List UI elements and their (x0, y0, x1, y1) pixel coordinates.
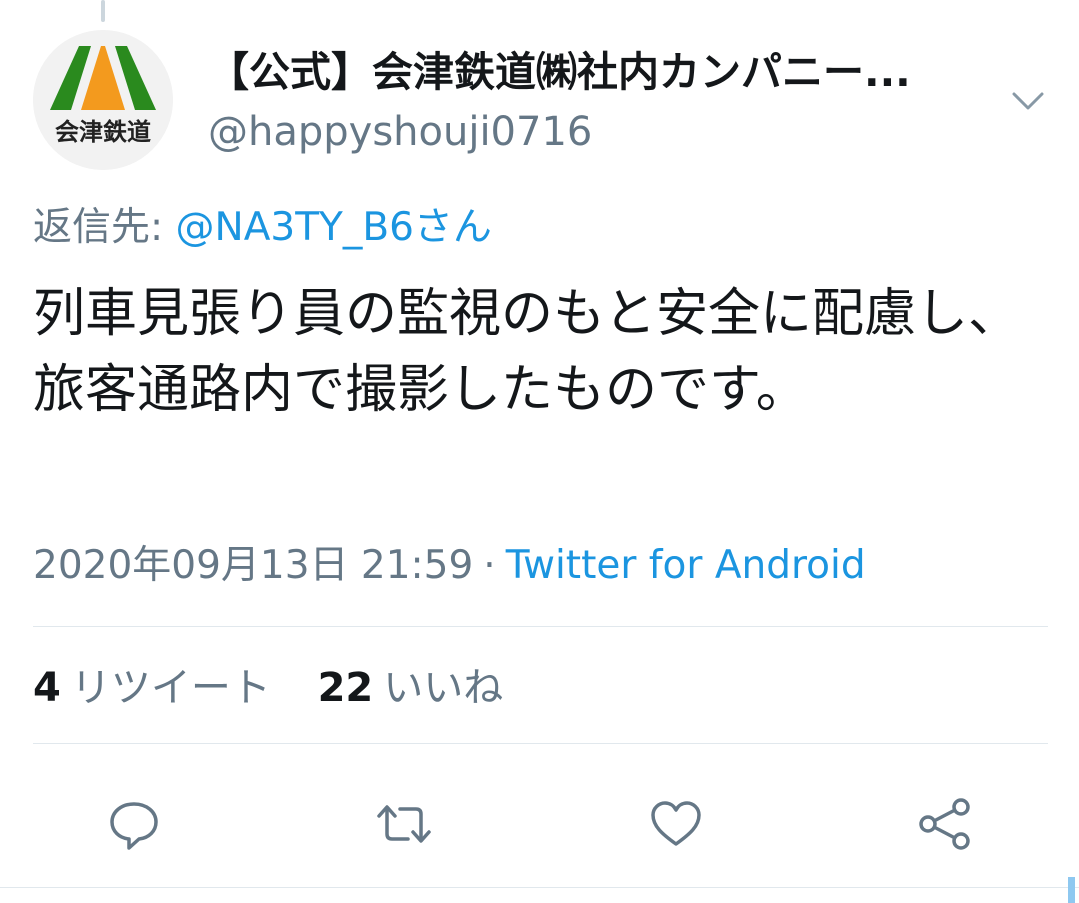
avatar-logo-text: 会津鉄道 (55, 118, 151, 146)
tweet-text: 列車見張り員の監視のもと安全に配慮し、旅客通路内で撮影したものです。 (33, 284, 1020, 420)
aizu-railway-logo: 会津鉄道 (33, 30, 173, 170)
tweet-source-link[interactable]: Twitter for Android (506, 543, 866, 588)
share-button[interactable] (917, 796, 973, 852)
author-handle[interactable]: @happyshouji0716 (208, 106, 592, 158)
tweet-stats: 4 リツイート 22 いいね (33, 660, 537, 716)
scroll-indicator (1068, 877, 1075, 903)
tweet-meta: 2020年09月13日 21:59 · Twitter for Android (33, 540, 866, 592)
retweet-count-stat[interactable]: 4 リツイート (33, 665, 271, 711)
retweet-button[interactable] (376, 796, 432, 852)
retweet-icon (377, 805, 431, 843)
like-count: 22 (317, 665, 374, 711)
chevron-down-icon[interactable] (1006, 82, 1050, 118)
retweet-label: リツイート (70, 665, 271, 711)
share-icon (919, 798, 970, 850)
reply-icon (110, 802, 158, 850)
divider-bottom (33, 743, 1048, 744)
tweet-timestamp[interactable]: 2020年09月13日 21:59 (33, 543, 473, 588)
thread-connector-line (101, 0, 105, 22)
reply-to-prefix: 返信先: (33, 205, 176, 250)
tweet-bottom-border (0, 887, 1079, 888)
like-label: いいね (383, 665, 504, 711)
reply-to-line: 返信先: @NA3TY_B6さん (33, 202, 492, 254)
like-count-stat[interactable]: 22 いいね (318, 665, 504, 711)
retweet-count: 4 (33, 665, 61, 711)
avatar[interactable]: 会津鉄道 (33, 30, 173, 170)
like-button[interactable] (648, 796, 704, 852)
divider-top (33, 626, 1048, 627)
meta-separator: · (483, 543, 496, 588)
reply-to-mention-link[interactable]: @NA3TY_B6さん (176, 205, 492, 250)
like-heart-icon (651, 801, 701, 846)
author-display-name[interactable]: 【公式】会津鉄道㈱社内カンパニー... (208, 44, 958, 100)
reply-button[interactable] (106, 796, 162, 852)
